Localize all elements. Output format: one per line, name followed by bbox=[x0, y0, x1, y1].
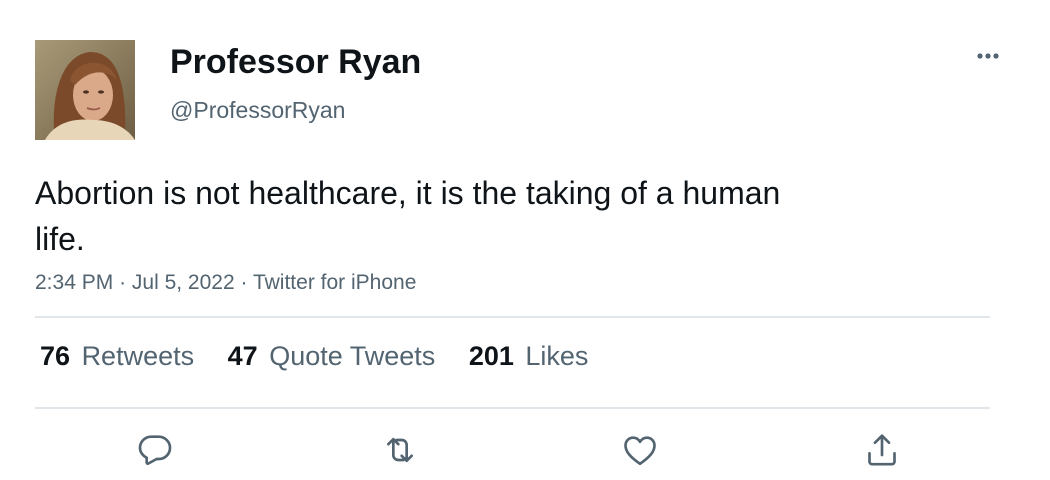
author-display-name[interactable]: Professor Ryan bbox=[170, 43, 421, 82]
tweet-card: Professor Ryan @ProfessorRyan Abortion i… bbox=[0, 0, 1050, 480]
more-options-button[interactable] bbox=[968, 44, 1008, 68]
likes-count: 201 bbox=[468, 341, 514, 371]
tweet-source[interactable]: Twitter for iPhone bbox=[253, 271, 416, 294]
profile-photo-icon bbox=[35, 40, 135, 140]
tweet-time[interactable]: 2:34 PM bbox=[35, 271, 113, 294]
author-handle[interactable]: @ProfessorRyan bbox=[170, 97, 345, 124]
divider bbox=[35, 407, 990, 409]
tweet-text: Abortion is not healthcare, it is the ta… bbox=[35, 175, 781, 257]
quote-tweets-label: Quote Tweets bbox=[269, 341, 436, 371]
reply-icon bbox=[138, 435, 172, 465]
quote-tweets-stat[interactable]: 47 Quote Tweets bbox=[228, 341, 436, 372]
quote-tweets-count: 47 bbox=[227, 341, 258, 371]
meta-separator: · bbox=[119, 271, 127, 294]
reply-button[interactable] bbox=[135, 430, 175, 470]
meta-separator: · bbox=[240, 271, 248, 294]
more-horizontal-icon bbox=[977, 53, 999, 59]
like-button[interactable] bbox=[620, 430, 660, 470]
share-button[interactable] bbox=[862, 430, 902, 470]
likes-label: Likes bbox=[525, 341, 589, 371]
divider bbox=[35, 316, 990, 318]
retweet-button[interactable] bbox=[380, 430, 420, 470]
retweet-icon bbox=[387, 437, 413, 463]
retweets-count: 76 bbox=[40, 341, 71, 371]
tweet-date[interactable]: Jul 5, 2022 bbox=[132, 271, 235, 294]
tweet-stats: 76 Retweets 47 Quote Tweets 201 Likes bbox=[40, 341, 614, 372]
heart-icon bbox=[624, 436, 656, 466]
retweets-stat[interactable]: 76 Retweets bbox=[40, 341, 194, 372]
tweet-meta: 2:34 PM · Jul 5, 2022 · Twitter for iPho… bbox=[35, 271, 416, 295]
share-icon bbox=[868, 434, 896, 466]
likes-stat[interactable]: 201 Likes bbox=[469, 341, 589, 372]
retweets-label: Retweets bbox=[81, 341, 195, 371]
avatar[interactable] bbox=[35, 40, 135, 140]
